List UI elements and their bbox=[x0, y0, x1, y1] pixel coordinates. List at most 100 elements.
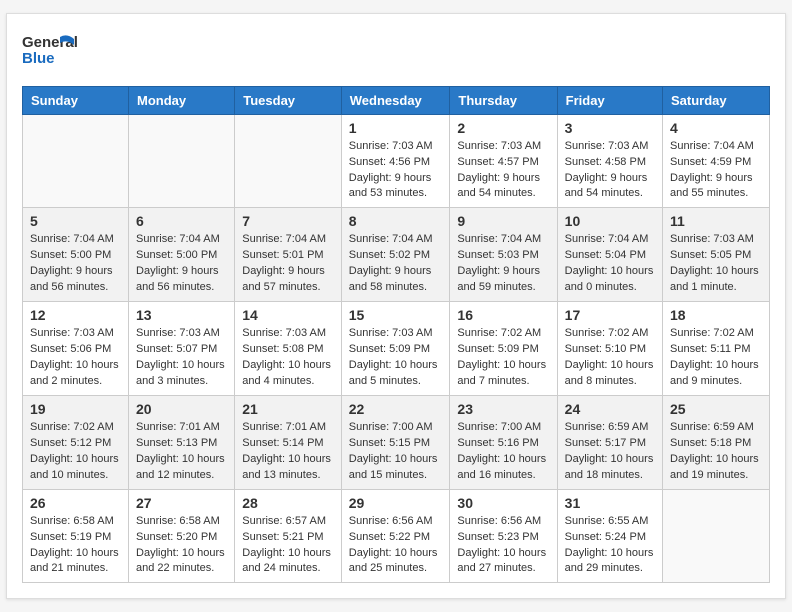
day-number: 22 bbox=[349, 401, 443, 417]
day-number: 17 bbox=[565, 307, 655, 323]
day-number: 24 bbox=[565, 401, 655, 417]
weekday-header-sunday: Sunday bbox=[23, 86, 129, 114]
day-number: 20 bbox=[136, 401, 227, 417]
weekday-header-friday: Friday bbox=[557, 86, 662, 114]
calendar-cell: 14 Sunrise: 7:03 AMSunset: 5:08 PMDayligh… bbox=[235, 302, 342, 396]
calendar-cell bbox=[663, 489, 770, 583]
day-info: Sunrise: 6:56 AMSunset: 5:22 PMDaylight:… bbox=[349, 514, 443, 578]
day-number: 10 bbox=[565, 213, 655, 229]
day-info: Sunrise: 6:57 AMSunset: 5:21 PMDaylight:… bbox=[242, 514, 334, 578]
calendar-cell: 9 Sunrise: 7:04 AMSunset: 5:03 PMDaylight… bbox=[450, 208, 557, 302]
day-number: 14 bbox=[242, 307, 334, 323]
weekday-header-row: SundayMondayTuesdayWednesdayThursdayFrid… bbox=[23, 86, 770, 114]
day-info: Sunrise: 7:00 AMSunset: 5:16 PMDaylight:… bbox=[457, 420, 549, 484]
weekday-header-thursday: Thursday bbox=[450, 86, 557, 114]
day-info: Sunrise: 6:58 AMSunset: 5:19 PMDaylight:… bbox=[30, 514, 121, 578]
day-number: 27 bbox=[136, 495, 227, 511]
day-info: Sunrise: 7:04 AMSunset: 5:03 PMDaylight:… bbox=[457, 232, 549, 296]
calendar-cell: 13Sunrise: 7:03 AMSunset: 5:07 PMDayligh… bbox=[129, 302, 235, 396]
day-number: 21 bbox=[242, 401, 334, 417]
day-info: Sunrise: 7:03 AMSunset: 5:07 PMDaylight:… bbox=[136, 326, 227, 390]
calendar-cell: 23 Sunrise: 7:00 AMSunset: 5:16 PMDayligh… bbox=[450, 395, 557, 489]
calendar-cell: 11Sunrise: 7:03 AMSunset: 5:05 PMDayligh… bbox=[663, 208, 770, 302]
weekday-header-saturday: Saturday bbox=[663, 86, 770, 114]
calendar-cell: 10 Sunrise: 7:04 AMSunset: 5:04 PMDayligh… bbox=[557, 208, 662, 302]
week-row-3: 12 Sunrise: 7:03 AMSunset: 5:06 PMDayligh… bbox=[23, 302, 770, 396]
calendar-cell: 7 Sunrise: 7:04 AMSunset: 5:01 PMDaylight… bbox=[235, 208, 342, 302]
day-number: 2 bbox=[457, 120, 549, 136]
day-info: Sunrise: 7:01 AMSunset: 5:14 PMDaylight:… bbox=[242, 420, 334, 484]
calendar-cell: 25Sunrise: 6:59 AMSunset: 5:18 PMDayligh… bbox=[663, 395, 770, 489]
calendar-cell: 8Sunrise: 7:04 AMSunset: 5:02 PMDaylight… bbox=[341, 208, 450, 302]
day-info: Sunrise: 6:59 AMSunset: 5:17 PMDaylight:… bbox=[565, 420, 655, 484]
day-info: Sunrise: 6:55 AMSunset: 5:24 PMDaylight:… bbox=[565, 514, 655, 578]
day-info: Sunrise: 7:02 AMSunset: 5:09 PMDaylight:… bbox=[457, 326, 549, 390]
day-info: Sunrise: 7:03 AMSunset: 4:58 PMDaylight:… bbox=[565, 139, 655, 203]
weekday-header-tuesday: Tuesday bbox=[235, 86, 342, 114]
calendar-cell: 12 Sunrise: 7:03 AMSunset: 5:06 PMDayligh… bbox=[23, 302, 129, 396]
day-info: Sunrise: 7:03 AMSunset: 4:56 PMDaylight:… bbox=[349, 139, 443, 203]
svg-text:Blue: Blue bbox=[22, 50, 55, 67]
calendar-cell: 24 Sunrise: 6:59 AMSunset: 5:17 PMDayligh… bbox=[557, 395, 662, 489]
day-number: 4 bbox=[670, 120, 762, 136]
day-info: Sunrise: 7:02 AMSunset: 5:11 PMDaylight:… bbox=[670, 326, 762, 390]
calendar-header: GeneralBlue bbox=[22, 29, 770, 74]
day-info: Sunrise: 6:56 AMSunset: 5:23 PMDaylight:… bbox=[457, 514, 549, 578]
day-info: Sunrise: 7:03 AMSunset: 4:57 PMDaylight:… bbox=[457, 139, 549, 203]
day-number: 31 bbox=[565, 495, 655, 511]
day-number: 5 bbox=[30, 213, 121, 229]
day-info: Sunrise: 7:04 AMSunset: 4:59 PMDaylight:… bbox=[670, 139, 762, 203]
day-info: Sunrise: 7:04 AMSunset: 5:04 PMDaylight:… bbox=[565, 232, 655, 296]
calendar-cell: 16 Sunrise: 7:02 AMSunset: 5:09 PMDayligh… bbox=[450, 302, 557, 396]
day-info: Sunrise: 7:04 AMSunset: 5:00 PMDaylight:… bbox=[30, 232, 121, 296]
day-info: Sunrise: 7:04 AMSunset: 5:01 PMDaylight:… bbox=[242, 232, 334, 296]
day-info: Sunrise: 7:03 AMSunset: 5:05 PMDaylight:… bbox=[670, 232, 762, 296]
logo: GeneralBlue bbox=[22, 29, 77, 74]
week-row-2: 5 Sunrise: 7:04 AMSunset: 5:00 PMDaylight… bbox=[23, 208, 770, 302]
calendar-cell: 5 Sunrise: 7:04 AMSunset: 5:00 PMDaylight… bbox=[23, 208, 129, 302]
day-info: Sunrise: 6:58 AMSunset: 5:20 PMDaylight:… bbox=[136, 514, 227, 578]
day-number: 19 bbox=[30, 401, 121, 417]
week-row-4: 19 Sunrise: 7:02 AMSunset: 5:12 PMDayligh… bbox=[23, 395, 770, 489]
day-number: 28 bbox=[242, 495, 334, 511]
calendar-container: GeneralBlue SundayMondayTuesdayWednesday… bbox=[6, 13, 786, 600]
day-number: 8 bbox=[349, 213, 443, 229]
day-info: Sunrise: 7:02 AMSunset: 5:10 PMDaylight:… bbox=[565, 326, 655, 390]
day-number: 3 bbox=[565, 120, 655, 136]
day-number: 7 bbox=[242, 213, 334, 229]
day-info: Sunrise: 7:01 AMSunset: 5:13 PMDaylight:… bbox=[136, 420, 227, 484]
calendar-cell: 3 Sunrise: 7:03 AMSunset: 4:58 PMDaylight… bbox=[557, 114, 662, 208]
day-info: Sunrise: 7:02 AMSunset: 5:12 PMDaylight:… bbox=[30, 420, 121, 484]
calendar-cell: 2 Sunrise: 7:03 AMSunset: 4:57 PMDaylight… bbox=[450, 114, 557, 208]
calendar-cell bbox=[23, 114, 129, 208]
calendar-cell: 19 Sunrise: 7:02 AMSunset: 5:12 PMDayligh… bbox=[23, 395, 129, 489]
calendar-cell: 15Sunrise: 7:03 AMSunset: 5:09 PMDayligh… bbox=[341, 302, 450, 396]
day-info: Sunrise: 7:03 AMSunset: 5:06 PMDaylight:… bbox=[30, 326, 121, 390]
day-number: 1 bbox=[349, 120, 443, 136]
calendar-cell: 17 Sunrise: 7:02 AMSunset: 5:10 PMDayligh… bbox=[557, 302, 662, 396]
calendar-cell: 18 Sunrise: 7:02 AMSunset: 5:11 PMDayligh… bbox=[663, 302, 770, 396]
calendar-cell bbox=[235, 114, 342, 208]
day-number: 30 bbox=[457, 495, 549, 511]
calendar-cell: 28 Sunrise: 6:57 AMSunset: 5:21 PMDayligh… bbox=[235, 489, 342, 583]
weekday-header-monday: Monday bbox=[129, 86, 235, 114]
day-info: Sunrise: 7:03 AMSunset: 5:09 PMDaylight:… bbox=[349, 326, 443, 390]
day-number: 16 bbox=[457, 307, 549, 323]
day-number: 18 bbox=[670, 307, 762, 323]
calendar-cell: 31 Sunrise: 6:55 AMSunset: 5:24 PMDayligh… bbox=[557, 489, 662, 583]
calendar-cell bbox=[129, 114, 235, 208]
day-number: 25 bbox=[670, 401, 762, 417]
calendar-cell: 26 Sunrise: 6:58 AMSunset: 5:19 PMDayligh… bbox=[23, 489, 129, 583]
day-info: Sunrise: 7:03 AMSunset: 5:08 PMDaylight:… bbox=[242, 326, 334, 390]
day-number: 9 bbox=[457, 213, 549, 229]
day-number: 26 bbox=[30, 495, 121, 511]
calendar-cell: 6Sunrise: 7:04 AMSunset: 5:00 PMDaylight… bbox=[129, 208, 235, 302]
day-number: 12 bbox=[30, 307, 121, 323]
calendar-cell: 29Sunrise: 6:56 AMSunset: 5:22 PMDayligh… bbox=[341, 489, 450, 583]
calendar-cell: 1 Sunrise: 7:03 AMSunset: 4:56 PMDaylight… bbox=[341, 114, 450, 208]
day-number: 6 bbox=[136, 213, 227, 229]
week-row-1: 1 Sunrise: 7:03 AMSunset: 4:56 PMDaylight… bbox=[23, 114, 770, 208]
calendar-cell: 4 Sunrise: 7:04 AMSunset: 4:59 PMDaylight… bbox=[663, 114, 770, 208]
day-number: 23 bbox=[457, 401, 549, 417]
calendar-cell: 22Sunrise: 7:00 AMSunset: 5:15 PMDayligh… bbox=[341, 395, 450, 489]
